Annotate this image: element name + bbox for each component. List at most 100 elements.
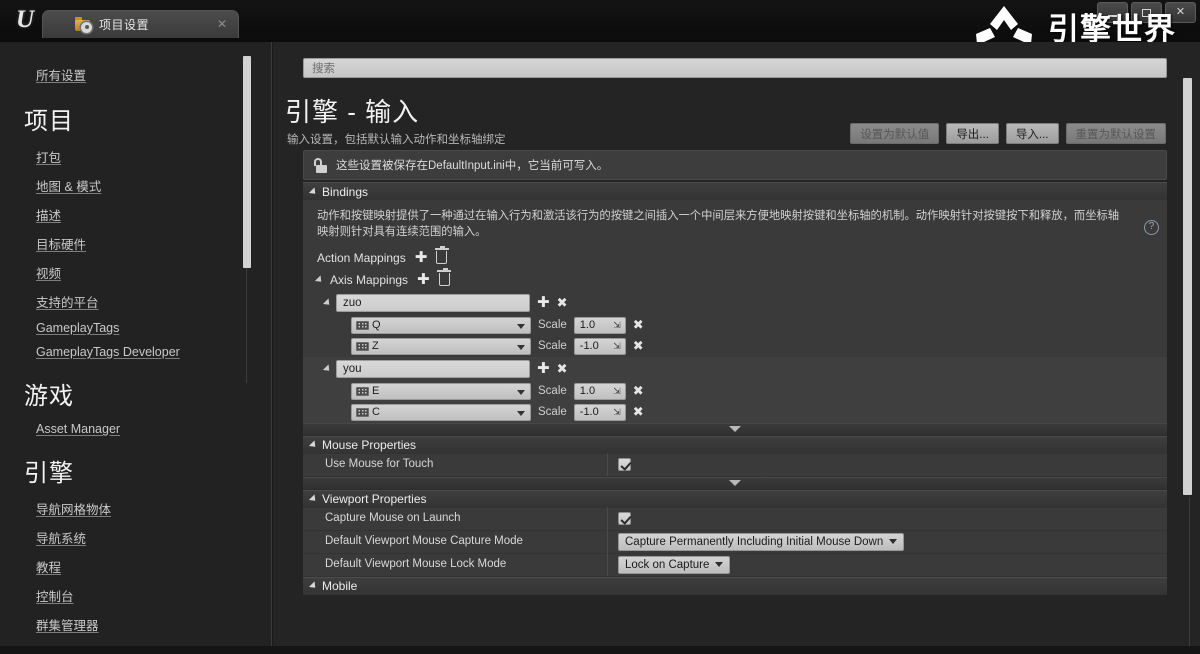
- key-select[interactable]: C: [351, 403, 531, 421]
- import-button[interactable]: 导入...: [1005, 123, 1059, 144]
- sidebar-item-crowd-manager[interactable]: 群集管理器: [0, 610, 271, 639]
- header-actions: 设置为默认值 导出... 导入... 重置为默认设置: [850, 123, 1166, 144]
- action-mappings-row: Action Mappings ✚: [303, 246, 1167, 269]
- remove-key-icon[interactable]: ✖: [633, 384, 644, 397]
- action-mappings-label: Action Mappings: [317, 250, 406, 265]
- section-header-bindings[interactable]: Bindings: [303, 182, 1167, 200]
- sidebar-item-asset-manager[interactable]: Asset Manager: [0, 417, 271, 441]
- close-button[interactable]: ✕: [1165, 2, 1196, 23]
- main-scrollbar[interactable]: [1183, 78, 1192, 495]
- sidebar-item-gameplaytags[interactable]: GameplayTags: [0, 316, 271, 340]
- axis-key-row: C Scale -1.0 ⇲ ✖: [303, 402, 1167, 423]
- sidebar-item-description[interactable]: 描述: [0, 200, 271, 229]
- chevron-down-icon: [729, 480, 741, 487]
- tab-close-icon[interactable]: ✕: [216, 18, 228, 30]
- add-axis-mapping-icon[interactable]: ✚: [417, 272, 430, 287]
- property-row: Capture Mouse on Launch: [303, 507, 1167, 531]
- scale-label: Scale: [538, 319, 567, 332]
- dropdown-value: Capture Permanently Including Initial Mo…: [625, 535, 884, 548]
- scale-input[interactable]: 1.0 ⇲: [573, 382, 626, 400]
- section-title: Viewport Properties: [322, 492, 427, 507]
- axis-mapping-group: zuo ✚ ✖ Q Scale 1.0 ⇲ ✖ Z Scale -1.0 ⇲ ✖: [303, 291, 1167, 357]
- sidebar-item-supported-platforms[interactable]: 支持的平台: [0, 287, 271, 316]
- chevron-down-icon: [517, 410, 525, 416]
- help-icon[interactable]: ?: [1144, 220, 1159, 235]
- keyboard-icon: [356, 386, 369, 396]
- section-divider[interactable]: [303, 422, 1167, 436]
- sidebar-item-gameplaytags-developer[interactable]: GameplayTags Developer: [0, 340, 271, 364]
- remove-axis-icon[interactable]: ✖: [557, 362, 568, 375]
- remove-key-icon[interactable]: ✖: [633, 318, 644, 331]
- reset-to-defaults-button[interactable]: 重置为默认设置: [1065, 123, 1166, 144]
- config-file-info-bar: 这些设置被保存在DefaultInput.ini中，它当前可写入。: [303, 150, 1167, 180]
- add-key-icon[interactable]: ✚: [537, 295, 550, 310]
- property-label: Capture Mouse on Launch: [303, 507, 608, 531]
- sidebar-item-console[interactable]: 控制台: [0, 581, 271, 610]
- delete-action-mappings-icon[interactable]: [434, 246, 449, 265]
- tab-project-settings[interactable]: 项目设置 ✕: [42, 10, 239, 38]
- maximize-button[interactable]: [1131, 2, 1162, 23]
- remove-key-icon[interactable]: ✖: [633, 405, 644, 418]
- settings-content: Bindings 动作和按键映射提供了一种通过在输入行为和激活该行为的按键之间插…: [303, 182, 1167, 654]
- section-title: Bindings: [322, 184, 369, 199]
- key-select[interactable]: Z: [351, 337, 531, 355]
- config-file-info-text: 这些设置被保存在DefaultInput.ini中，它当前可写入。: [336, 160, 609, 172]
- section-title: Mobile: [322, 579, 358, 594]
- add-key-icon[interactable]: ✚: [537, 361, 550, 376]
- chevron-down-icon: [314, 275, 325, 285]
- add-action-mapping-icon[interactable]: ✚: [415, 250, 428, 265]
- search-input[interactable]: 搜索: [303, 58, 1167, 78]
- delete-axis-mappings-icon[interactable]: [437, 268, 452, 287]
- chevron-down-icon: [729, 426, 741, 433]
- axis-name-input[interactable]: you: [336, 359, 530, 378]
- mouse-capture-mode-dropdown[interactable]: Capture Permanently Including Initial Mo…: [618, 532, 905, 551]
- key-select[interactable]: Q: [351, 316, 531, 334]
- property-value: [608, 458, 631, 472]
- minimize-button[interactable]: [1097, 2, 1128, 23]
- drag-arrows-icon: ⇲: [613, 406, 621, 417]
- axis-mapping-group: you ✚ ✖ E Scale 1.0 ⇲ ✖ C Scale -1.0 ⇲ ✖: [303, 356, 1167, 423]
- export-button[interactable]: 导出...: [946, 123, 999, 144]
- remove-axis-icon[interactable]: ✖: [557, 296, 568, 309]
- section-header-mobile[interactable]: Mobile: [303, 576, 1167, 595]
- section-divider[interactable]: [303, 476, 1167, 490]
- settings-sidebar[interactable]: 所有设置 项目 打包 地图 & 模式 描述 目标硬件 视频 支持的平台 Game…: [0, 42, 272, 654]
- section-header-mouse-properties[interactable]: Mouse Properties: [303, 435, 1167, 454]
- scale-input[interactable]: -1.0 ⇲: [573, 337, 626, 355]
- scale-input[interactable]: 1.0 ⇲: [573, 316, 626, 334]
- sidebar-item-tutorials[interactable]: 教程: [0, 552, 271, 581]
- axis-mapping-header: you ✚ ✖: [303, 357, 1167, 381]
- sidebar-item-movies[interactable]: 视频: [0, 258, 271, 287]
- axis-key-row: Q Scale 1.0 ⇲ ✖: [303, 315, 1167, 336]
- capture-mouse-on-launch-checkbox[interactable]: [618, 512, 631, 526]
- chevron-down-icon: [308, 494, 319, 504]
- sidebar-item-target-hardware[interactable]: 目标硬件: [0, 229, 271, 258]
- sidebar-list: 所有设置 项目 打包 地图 & 模式 描述 目标硬件 视频 支持的平台 Game…: [0, 42, 271, 654]
- sidebar-item-packaging[interactable]: 打包: [0, 142, 271, 171]
- property-row: Use Mouse for Touch: [303, 453, 1167, 477]
- key-select[interactable]: E: [351, 382, 531, 400]
- set-as-default-button[interactable]: 设置为默认值: [850, 123, 940, 144]
- chevron-down-icon: [308, 581, 319, 591]
- remove-key-icon[interactable]: ✖: [633, 339, 644, 352]
- unlocked-lock-icon: [314, 157, 327, 173]
- axis-key-row: E Scale 1.0 ⇲ ✖: [303, 381, 1167, 402]
- section-body-mouse-properties: Use Mouse for Touch: [303, 453, 1167, 477]
- scale-input[interactable]: -1.0 ⇲: [573, 403, 626, 421]
- sidebar-item-navigation-system[interactable]: 导航系统: [0, 523, 271, 552]
- sidebar-item-navigation-mesh[interactable]: 导航网格物体: [0, 494, 271, 523]
- mouse-lock-mode-dropdown[interactable]: Lock on Capture: [618, 555, 731, 574]
- sidebar-item-maps-modes[interactable]: 地图 & 模式: [0, 171, 271, 200]
- property-label: Default Viewport Mouse Capture Mode: [303, 530, 608, 554]
- sidebar-item-all-settings[interactable]: 所有设置: [0, 60, 271, 89]
- chevron-down-icon: [322, 298, 333, 308]
- use-mouse-for-touch-checkbox[interactable]: [618, 458, 631, 472]
- window-controls: ✕: [1097, 2, 1196, 23]
- property-label: Default Viewport Mouse Lock Mode: [303, 553, 608, 577]
- sidebar-scrollbar[interactable]: [243, 56, 251, 268]
- key-value: E: [372, 385, 380, 398]
- chevron-down-icon: [308, 440, 319, 450]
- horizontal-scrollbar[interactable]: [0, 646, 1200, 654]
- section-header-viewport-properties[interactable]: Viewport Properties: [303, 489, 1167, 508]
- axis-name-input[interactable]: zuo: [336, 293, 530, 312]
